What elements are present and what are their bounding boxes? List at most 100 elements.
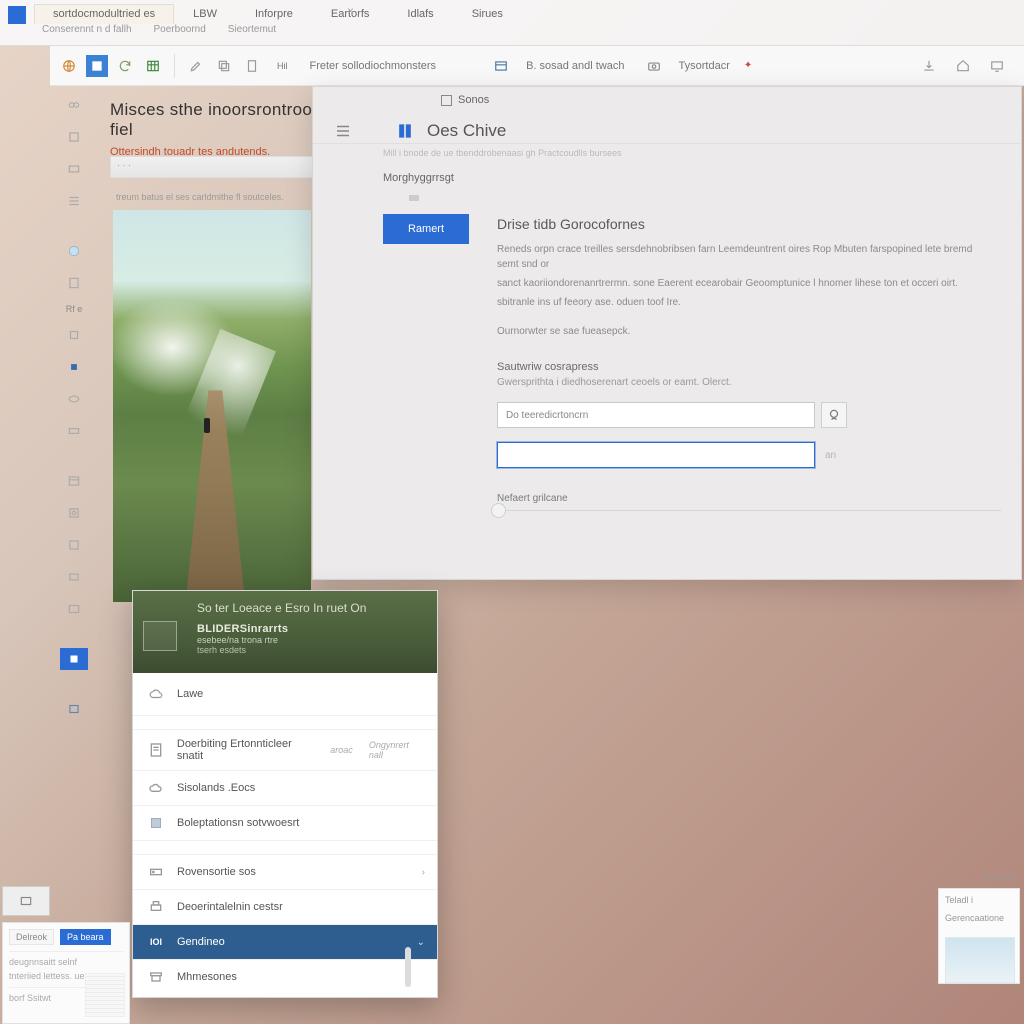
list-item[interactable]: Rovensortie sos › bbox=[133, 855, 437, 890]
cloud-icon bbox=[145, 685, 167, 703]
ribbon-icon-table[interactable] bbox=[142, 55, 164, 77]
menu-tab-0[interactable]: sortdocmodultried es bbox=[34, 4, 174, 24]
list-icon[interactable] bbox=[331, 121, 355, 141]
rail-icon-8[interactable] bbox=[60, 356, 88, 378]
list-item-label: Mhmesones bbox=[177, 971, 237, 983]
ribbon-label-c: Tysortdacr bbox=[671, 60, 738, 72]
chip-right: S Asf Or bbox=[982, 872, 1016, 882]
rail-icon-9[interactable] bbox=[60, 388, 88, 410]
popup-title: So ter Loeace e Esro In ruet On bbox=[145, 601, 425, 615]
rail-icon-10[interactable] bbox=[60, 420, 88, 442]
field-trail: an bbox=[825, 450, 836, 461]
list-item[interactable]: Boleptationsn sotvwoesrt bbox=[133, 806, 437, 841]
mini-tab-b[interactable]: Pa beara bbox=[60, 929, 111, 945]
ribbon-icon-download[interactable] bbox=[918, 55, 940, 77]
archive-icon bbox=[145, 968, 167, 986]
doc-header: Misces sthe inoorsrontrood fiel Ottersin… bbox=[110, 100, 330, 158]
slider-track[interactable] bbox=[497, 510, 1001, 511]
settings-paragraph-3: sbitranle ins uf feeory ase. oduen toof … bbox=[497, 295, 977, 310]
popup-scrollbar-track[interactable] bbox=[407, 747, 413, 947]
ribbon-icon-doc[interactable] bbox=[241, 55, 263, 77]
printer-icon bbox=[145, 898, 167, 916]
rail-icon-14[interactable] bbox=[60, 566, 88, 588]
list-item-selected[interactable]: IOI Gendineo ⌄ bbox=[133, 925, 437, 960]
ribbon-icon-edit[interactable] bbox=[185, 55, 207, 77]
mini-c-image bbox=[945, 937, 1015, 983]
popup-sub2: tserh esdets bbox=[145, 645, 425, 655]
ribbon-icon-globe[interactable] bbox=[58, 55, 80, 77]
ribbon-icon-refresh[interactable] bbox=[114, 55, 136, 77]
list-item[interactable]: Mhmesones bbox=[133, 960, 437, 994]
list-item[interactable]: Deoerintalelnin cestsr bbox=[133, 890, 437, 925]
chevron-right-icon: › bbox=[422, 867, 425, 878]
settings-top-icon bbox=[441, 95, 452, 106]
code-icon: IOI bbox=[145, 933, 167, 951]
settings-paragraph-2: sanct kaoriiondorenanrtrermn. sone Eaere… bbox=[497, 276, 977, 291]
menu-tab-4[interactable]: Idlafs bbox=[388, 4, 452, 24]
list-item-label: Rovensortie sos bbox=[177, 866, 256, 878]
popup-sub: esebee/na trona rtre bbox=[145, 635, 425, 645]
doc-mini-toolbar[interactable]: · · · bbox=[110, 156, 330, 178]
rail-icon-6[interactable] bbox=[60, 272, 88, 294]
doc-icon bbox=[145, 741, 167, 759]
menu-subtab-1[interactable]: Poerboornd bbox=[154, 24, 206, 35]
rail-icon-4[interactable] bbox=[60, 190, 88, 212]
rail-icon-7[interactable] bbox=[60, 324, 88, 346]
close-icon[interactable]: × bbox=[347, 4, 354, 18]
mini-b-row1: deugnnsaitt selnf bbox=[9, 956, 123, 970]
mini-tab-a[interactable]: Delreok bbox=[9, 929, 54, 945]
menu-bar: sortdocmodultried es LBW Inforpre Eartor… bbox=[0, 0, 1024, 46]
icon-rail: Rf e bbox=[50, 86, 98, 1024]
page-title: Misces sthe inoorsrontrood fiel bbox=[110, 100, 330, 140]
list-item[interactable]: Sisolands .Eocs bbox=[133, 771, 437, 806]
chevron-down-icon: ⌄ bbox=[417, 937, 425, 948]
rail-icon-11[interactable] bbox=[60, 470, 88, 492]
ribbon-icon-camera[interactable] bbox=[643, 55, 665, 77]
rail-icon-5[interactable] bbox=[60, 240, 88, 262]
list-item-label: Gendineo bbox=[177, 936, 225, 948]
slider-knob[interactable] bbox=[491, 503, 506, 518]
popup-row-first[interactable]: Lawe bbox=[133, 673, 437, 716]
drive-icon bbox=[145, 863, 167, 881]
rail-icon-12[interactable] bbox=[60, 502, 88, 524]
ribbon-icon-home2[interactable] bbox=[952, 55, 974, 77]
app-icon bbox=[8, 6, 26, 24]
ribbon-icon-copy[interactable] bbox=[213, 55, 235, 77]
mini-button[interactable] bbox=[2, 886, 50, 916]
text-input-2[interactable] bbox=[497, 442, 815, 468]
menu-tab-1[interactable]: LBW bbox=[174, 4, 236, 24]
menu-subtab-0[interactable]: Conserennt n d fallh bbox=[42, 24, 132, 35]
rail-icon-16[interactable] bbox=[60, 698, 88, 720]
settings-tab[interactable]: Morghyggrrsgt bbox=[313, 158, 1021, 190]
popup-scrollbar-thumb[interactable] bbox=[405, 947, 411, 987]
settings-section-desc: Gwersprithta i diedhoserenart ceoels or … bbox=[497, 377, 1001, 388]
ribbon-icon-monitor[interactable] bbox=[986, 55, 1008, 77]
settings-title: Oes Chive bbox=[427, 121, 506, 141]
list-item-label: Deoerintalelnin cestsr bbox=[177, 901, 283, 913]
settings-tab-marker bbox=[409, 195, 419, 201]
ribbon-icon-home[interactable] bbox=[86, 55, 108, 77]
menu-tab-2[interactable]: Inforpre bbox=[236, 4, 312, 24]
rail-icon-13[interactable] bbox=[60, 534, 88, 556]
mini-b-sketch bbox=[85, 973, 125, 1017]
rail-icon-active[interactable] bbox=[60, 648, 88, 670]
ribbon-toolbar: Hil Freter sollodiochmonsters B. sosad a… bbox=[50, 46, 1024, 86]
doc-caption: treum batus el ses carldmithe fl soutcel… bbox=[116, 192, 316, 202]
rail-icon-3[interactable] bbox=[60, 158, 88, 180]
browse-icon[interactable] bbox=[821, 402, 847, 428]
settings-note: Ournorwter se sae fueasepck. bbox=[497, 324, 977, 339]
list-item-meta: aroac bbox=[330, 745, 353, 755]
cloud-sync-icon bbox=[145, 779, 167, 797]
ribbon-text-small: Hil bbox=[269, 61, 296, 71]
menu-subtab-2[interactable]: Sieortemut bbox=[228, 24, 276, 35]
text-input-1[interactable] bbox=[497, 402, 815, 428]
menu-tabs: sortdocmodultried es LBW Inforpre Eartor… bbox=[34, 4, 522, 35]
rail-icon-1[interactable] bbox=[60, 94, 88, 116]
menu-tab-5[interactable]: Sirues bbox=[453, 4, 522, 24]
rail-icon-15[interactable] bbox=[60, 598, 88, 620]
list-item[interactable]: Doerbiting Ertonnticleer snatit aroac On… bbox=[133, 730, 437, 771]
ribbon-icon-layout[interactable] bbox=[490, 55, 512, 77]
primary-button[interactable]: Ramert bbox=[383, 214, 469, 244]
rail-icon-2[interactable] bbox=[60, 126, 88, 148]
popup-header: So ter Loeace e Esro In ruet On BLIDERSi… bbox=[133, 591, 437, 673]
